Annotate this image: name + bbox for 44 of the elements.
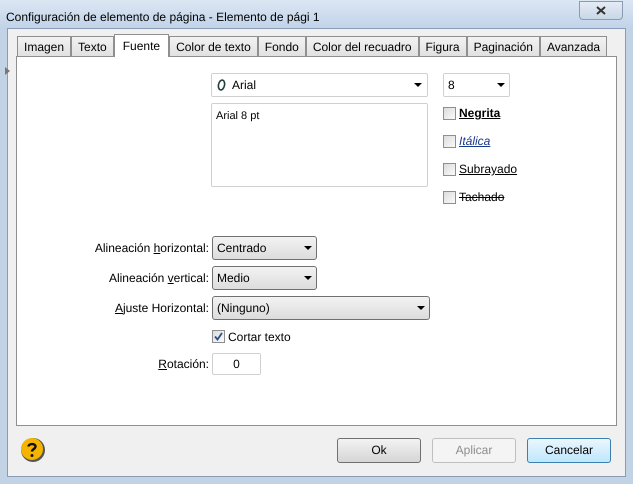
font-name: Arial xyxy=(232,77,258,94)
tab[interactable]: Fondo xyxy=(258,36,306,56)
tab[interactable]: Color de texto xyxy=(169,36,258,56)
style-option-label: Tachado xyxy=(459,189,504,206)
caret-icon xyxy=(304,276,312,280)
dropdown[interactable]: Centrado xyxy=(212,236,317,260)
checkbox[interactable] xyxy=(443,106,456,120)
field-label: Alineación vertical: xyxy=(108,270,209,287)
checkbox[interactable] xyxy=(212,330,225,343)
help-icon[interactable] xyxy=(20,437,46,463)
dialog-button[interactable]: Ok xyxy=(337,438,421,462)
input-field[interactable]: 0 xyxy=(212,353,261,375)
dropdown[interactable]: (Ninguno) xyxy=(212,296,430,320)
style-option-label: Itálica xyxy=(459,133,490,150)
tab[interactable]: Texto xyxy=(71,36,114,56)
tab[interactable]: Paginación xyxy=(466,36,540,56)
tab[interactable]: Fuente xyxy=(114,34,170,57)
close-icon xyxy=(596,6,606,14)
field-label: Ajuste Horizontal: xyxy=(114,300,209,317)
checkbox-label: Cortar texto xyxy=(228,328,291,346)
expand-arrow-icon[interactable] xyxy=(5,67,10,75)
window-title: Configuración de elemento de página - Elemento de pági 1 xyxy=(6,9,320,26)
tab[interactable]: Figura xyxy=(418,36,467,56)
caret-icon xyxy=(497,83,505,87)
checkbox[interactable] xyxy=(443,134,456,148)
style-option-label: Negrita xyxy=(459,105,500,122)
font-preview: Arial 8 pt xyxy=(211,103,428,187)
tab[interactable]: Imagen xyxy=(17,36,72,56)
field-label: Rotación: xyxy=(158,356,209,373)
font-type-icon xyxy=(217,79,226,91)
checkbox[interactable] xyxy=(443,162,456,176)
caret-icon xyxy=(304,246,312,250)
dialog-button[interactable]: Cancelar xyxy=(527,438,611,462)
dropdown[interactable]: Medio xyxy=(212,266,317,290)
caret-icon xyxy=(414,83,422,87)
style-option-label: Subrayado xyxy=(459,161,518,178)
close-button[interactable] xyxy=(579,0,623,20)
tab[interactable]: Avanzada xyxy=(540,36,608,56)
tab[interactable]: Color del recuadro xyxy=(306,36,419,56)
field-label: Alineación horizontal: xyxy=(94,240,209,257)
checkbox[interactable] xyxy=(443,190,456,204)
font-dropdown[interactable]: Arial xyxy=(211,73,428,97)
size-dropdown[interactable]: 8 xyxy=(443,73,510,97)
caret-icon xyxy=(417,306,425,310)
